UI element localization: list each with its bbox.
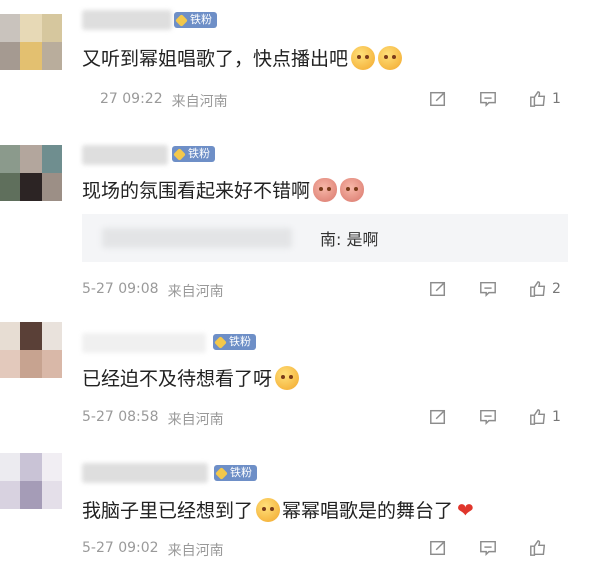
comment-icon[interactable]: [478, 538, 498, 558]
reply-preview[interactable]: 南: 是啊: [82, 214, 568, 262]
badge-label: 铁粉: [188, 147, 210, 160]
comment-meta: 5-27 08:58 来自河南: [82, 409, 224, 429]
comment-body: 现场的氛围看起来好不错啊: [82, 180, 311, 202]
comment-text: 我脑子里已经想到了 幂幂唱歌是的舞台了 ❤: [82, 496, 474, 523]
comment-body-cont: 幂幂唱歌是的舞台了: [282, 500, 454, 522]
timestamp: 5-27 09:02: [82, 540, 159, 556]
comment-text: 已经迫不及待想看了呀: [82, 364, 300, 391]
share-icon[interactable]: [428, 538, 448, 558]
avatar[interactable]: [0, 322, 62, 378]
grin-face-emoji: [256, 497, 281, 522]
gem-icon: [175, 13, 188, 27]
comment-icon[interactable]: [478, 407, 498, 427]
timestamp: 5-27 08:58: [82, 409, 159, 425]
location: 来自河南: [167, 543, 224, 559]
comment-meta: 27 09:22 来自河南: [100, 91, 228, 111]
share-icon[interactable]: [428, 407, 448, 427]
reply-text: 南: 是啊: [320, 230, 379, 249]
location: 来自河南: [167, 284, 224, 300]
pig-face-emoji: [313, 177, 338, 202]
comment-actions: 1: [428, 89, 561, 109]
comment-body: 我脑子里已经想到了: [82, 500, 254, 522]
comment-actions: 2: [428, 279, 561, 299]
comment-actions: 1: [428, 407, 561, 427]
comment-text: 又听到幂姐唱歌了，快点播出吧: [82, 44, 403, 71]
heart-emoji: ❤: [457, 497, 474, 522]
pig-face-emoji: [340, 177, 365, 202]
timestamp: 27 09:22: [100, 91, 163, 107]
gem-icon: [173, 147, 186, 161]
location: 来自河南: [171, 94, 228, 110]
gem-icon: [214, 335, 227, 349]
avatar[interactable]: [0, 145, 62, 201]
scream-face-emoji: [351, 45, 376, 70]
excited-face-emoji: [275, 365, 300, 390]
comment-text: 现场的氛围看起来好不错啊: [82, 176, 365, 203]
avatar[interactable]: [0, 14, 62, 70]
avatar[interactable]: [0, 453, 62, 509]
like-icon[interactable]: [528, 407, 548, 427]
like-count: 1: [552, 91, 561, 107]
like-icon[interactable]: [528, 279, 548, 299]
fan-badge: 铁粉: [213, 334, 256, 350]
comment-icon[interactable]: [478, 89, 498, 109]
badge-label: 铁粉: [230, 466, 252, 479]
badge-label: 铁粉: [190, 13, 212, 26]
share-icon[interactable]: [428, 89, 448, 109]
fan-badge: 铁粉: [214, 465, 257, 481]
location: 来自河南: [167, 412, 224, 428]
timestamp: 5-27 09:08: [82, 281, 159, 297]
comment-meta: 5-27 09:08 来自河南: [82, 281, 224, 301]
like-icon[interactable]: [528, 538, 548, 558]
username-blurred[interactable]: [82, 10, 172, 30]
comment-actions: [428, 538, 552, 558]
share-icon[interactable]: [428, 279, 448, 299]
gem-icon: [215, 466, 228, 480]
comment-icon[interactable]: [478, 279, 498, 299]
fan-badge: 铁粉: [172, 146, 215, 162]
fan-badge: 铁粉: [174, 12, 217, 28]
username-blurred[interactable]: [82, 333, 206, 353]
like-icon[interactable]: [528, 89, 548, 109]
username-blurred[interactable]: [82, 463, 208, 483]
scream-face-emoji: [378, 45, 403, 70]
comment-meta: 5-27 09:02 来自河南: [82, 540, 224, 560]
username-blurred[interactable]: [82, 145, 168, 165]
comment-body: 已经迫不及待想看了呀: [82, 368, 273, 390]
comment-body: 又听到幂姐唱歌了，快点播出吧: [82, 48, 349, 70]
like-count: 2: [552, 281, 561, 297]
reply-username-blurred: [102, 228, 292, 248]
like-count: 1: [552, 409, 561, 425]
badge-label: 铁粉: [229, 335, 251, 348]
